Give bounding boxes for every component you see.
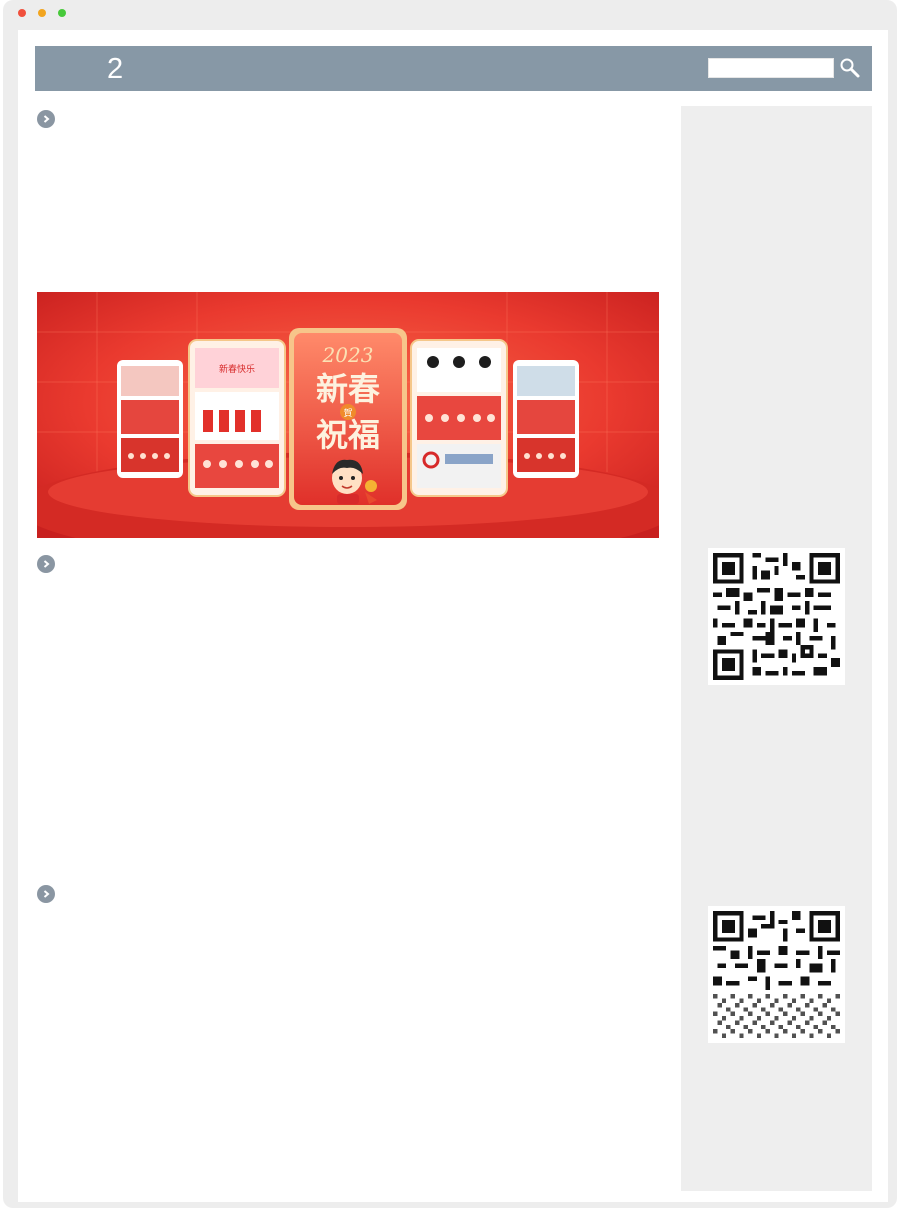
banner-year: 2023: [322, 343, 374, 367]
svg-text:新春快乐: 新春快乐: [219, 363, 255, 375]
search-icon: [840, 58, 860, 78]
qr-code-icon: [713, 911, 840, 1038]
maximize-window-dot[interactable]: [58, 9, 66, 17]
section-bullet: [37, 110, 55, 128]
section-bullet: [37, 885, 55, 903]
spring-festival-banner[interactable]: 新春快乐 2023 新春 賀 祝福: [37, 292, 659, 538]
section-bullet: [37, 555, 55, 573]
close-window-dot[interactable]: [18, 9, 26, 17]
banner-line1: 新春: [316, 370, 380, 408]
page-viewport: 2 新春快乐 2023 新春 賀 祝福: [18, 30, 888, 1202]
chevron-right-icon: [43, 560, 50, 568]
search-input[interactable]: [708, 58, 834, 78]
qr-code-image: [708, 906, 845, 1043]
banner-line2: 祝福: [316, 416, 380, 454]
search-button[interactable]: [837, 55, 863, 81]
qr-code-icon: [713, 553, 840, 680]
banner-artwork: 新春快乐 2023 新春 賀 祝福: [37, 292, 659, 538]
chevron-right-icon: [43, 890, 50, 898]
header-title: 2: [107, 53, 125, 85]
sidebar: [681, 106, 872, 1191]
qr-code-image: [708, 548, 845, 685]
chevron-right-icon: [43, 115, 50, 123]
browser-window: 2 新春快乐 2023 新春 賀 祝福: [3, 0, 897, 1208]
header-bar: 2: [35, 46, 872, 91]
minimize-window-dot[interactable]: [38, 9, 46, 17]
